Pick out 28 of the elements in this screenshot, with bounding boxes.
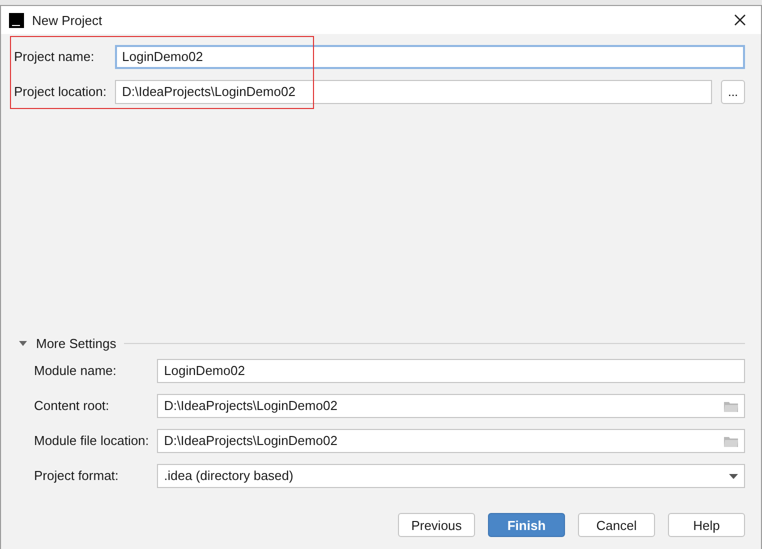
field-label: Module name: [34,363,118,379]
path-field[interactable]: D:\IdeaProjects\LoginDemo02 [157,394,745,418]
field-label: Project location: [14,84,108,100]
path-field[interactable]: D:\IdeaProjects\LoginDemo02 [157,429,745,453]
dialog-button[interactable]: Help [668,513,745,537]
dialog-button[interactable]: Previous [398,513,475,537]
field-value: LoginDemo02 [122,49,204,65]
field-value: D:\IdeaProjects\LoginDemo02 [164,398,338,414]
section-title: More Settings [36,336,116,350]
dialog-button[interactable]: Cancel [578,513,655,537]
text-field[interactable]: LoginDemo02 [115,45,745,69]
app-logo-icon [9,12,24,28]
dropdown[interactable]: .idea (directory based) [157,464,745,488]
window-title: New Project [32,12,104,28]
text-field[interactable]: D:\IdeaProjects\LoginDemo02 [115,80,712,104]
field-label: Project format: [34,468,120,484]
field-value: D:\IdeaProjects\LoginDemo02 [164,433,338,449]
finish-button[interactable]: Finish [488,513,565,537]
field-value: .idea (directory based) [164,468,294,484]
text-field[interactable]: LoginDemo02 [157,359,745,383]
field-value: D:\IdeaProjects\LoginDemo02 [122,84,296,100]
expand-toggle[interactable] [18,338,28,348]
field-value: LoginDemo02 [164,363,246,379]
dropdown-caret-icon[interactable] [729,474,738,478]
browse-button[interactable]: ... [721,80,745,104]
field-label: Project name: [14,49,96,65]
field-label: Module file location: [34,433,150,449]
field-label: Content root: [34,398,110,414]
